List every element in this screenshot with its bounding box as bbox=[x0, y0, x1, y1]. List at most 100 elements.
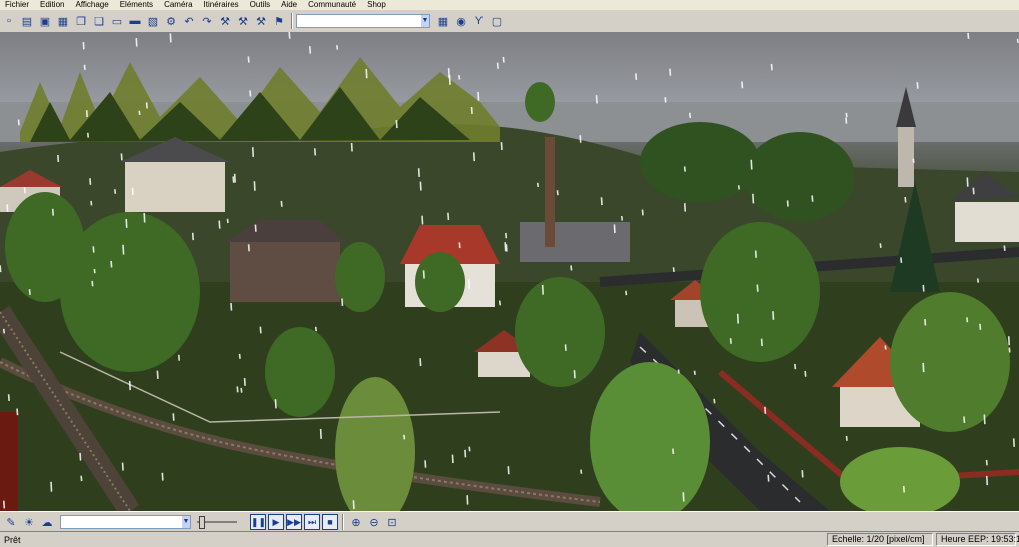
rain-drop bbox=[714, 399, 715, 404]
undo-icon[interactable]: ↶ bbox=[181, 13, 197, 29]
pause-icon[interactable]: ❚❚ bbox=[250, 514, 266, 530]
zoom-in-icon[interactable]: ⊕ bbox=[348, 514, 364, 530]
zoom-out-icon[interactable]: ⊖ bbox=[366, 514, 382, 530]
rain-drop bbox=[19, 120, 20, 126]
new-icon[interactable]: ▫ bbox=[1, 13, 17, 29]
stop-icon[interactable]: ■ bbox=[322, 514, 338, 530]
rain-drop bbox=[756, 251, 757, 258]
rain-drop bbox=[111, 261, 112, 267]
rain-drop bbox=[449, 68, 450, 78]
menu-itinéraires[interactable]: Itinéraires bbox=[199, 0, 245, 10]
settings-icon[interactable]: ⚙ bbox=[163, 13, 179, 29]
rain-drop bbox=[846, 113, 847, 117]
speed-slider-thumb[interactable] bbox=[199, 516, 205, 529]
save-as-icon[interactable]: ▦ bbox=[55, 13, 71, 29]
rain-drop bbox=[467, 495, 468, 504]
rain-drop bbox=[253, 147, 254, 157]
forward-icon[interactable]: ▶▶ bbox=[286, 514, 302, 530]
rain-drop bbox=[144, 213, 145, 223]
rain-drop bbox=[90, 178, 91, 185]
info-icon[interactable]: ▢ bbox=[489, 13, 505, 29]
rain-drop bbox=[574, 370, 575, 378]
paste-icon[interactable]: ❏ bbox=[91, 13, 107, 29]
rain-drop bbox=[505, 242, 506, 251]
preview-icon[interactable]: ▬ bbox=[127, 13, 143, 29]
3d-scene-viewport[interactable] bbox=[0, 32, 1019, 511]
rain-drop bbox=[170, 33, 171, 42]
bottom-toolbar: ✎☀☁ ▼ ❚❚▶▶▶⏭■ ⊕⊖⊡ bbox=[0, 511, 1019, 532]
copy-icon[interactable]: ❐ bbox=[73, 13, 89, 29]
rain-drop bbox=[626, 291, 627, 295]
rain-drop bbox=[227, 219, 228, 223]
menu-eléments[interactable]: Eléments bbox=[115, 0, 159, 10]
edit-icon[interactable]: ✎ bbox=[3, 514, 19, 530]
menu-fichier[interactable]: Fichier bbox=[0, 0, 35, 10]
chevron-down-icon[interactable]: ▼ bbox=[421, 15, 429, 27]
status-scale: Echelle: 1/20 [pixel/cm] bbox=[827, 533, 933, 546]
rain-drop bbox=[254, 181, 255, 191]
rain-drop bbox=[622, 216, 623, 221]
rain-drop bbox=[316, 327, 317, 331]
rain-drop bbox=[132, 188, 133, 195]
rain-drop bbox=[984, 415, 985, 425]
rain-drop bbox=[87, 110, 88, 117]
house-apartment-brown bbox=[225, 220, 345, 302]
water-edit-icon[interactable]: ⚑ bbox=[271, 13, 287, 29]
rain-drop bbox=[765, 407, 766, 414]
rain-drop bbox=[812, 195, 813, 201]
rain-drop bbox=[1009, 336, 1010, 345]
rain-drop bbox=[498, 63, 499, 69]
rain-drop bbox=[690, 113, 691, 118]
tram-edit-icon[interactable]: ⚒ bbox=[253, 13, 269, 29]
rain-drop bbox=[904, 486, 905, 492]
menu-affichage[interactable]: Affichage bbox=[70, 0, 114, 10]
weather-icon[interactable]: ☁ bbox=[39, 514, 55, 530]
road-edit-icon[interactable]: ⚒ bbox=[235, 13, 251, 29]
zoom-reset-icon[interactable]: ⊡ bbox=[384, 514, 400, 530]
rain-drop bbox=[173, 413, 174, 420]
rain-drop bbox=[260, 327, 261, 334]
rain-drop bbox=[508, 466, 509, 474]
speed-slider[interactable] bbox=[197, 521, 237, 523]
rain-drop bbox=[1004, 245, 1005, 250]
save-icon[interactable]: ▣ bbox=[37, 13, 53, 29]
rain-drop bbox=[968, 33, 969, 39]
rain-drop bbox=[987, 460, 988, 465]
menu-caméra[interactable]: Caméra bbox=[159, 0, 198, 10]
rain-drop bbox=[751, 160, 752, 170]
tools-icon[interactable]: ϒ bbox=[471, 13, 487, 29]
menu-aide[interactable]: Aide bbox=[276, 0, 303, 10]
rain-drop bbox=[964, 416, 965, 422]
play-icon[interactable]: ▶ bbox=[268, 514, 284, 530]
menu-edition[interactable]: Edition bbox=[35, 0, 70, 10]
rain-drop bbox=[913, 159, 914, 163]
rain-drop bbox=[683, 492, 684, 501]
light-icon[interactable]: ☀ bbox=[21, 514, 37, 530]
export-icon[interactable]: ▧ bbox=[145, 13, 161, 29]
globe-icon[interactable]: ◉ bbox=[453, 13, 469, 29]
rain-drop bbox=[771, 64, 772, 70]
rain-drop bbox=[81, 476, 82, 481]
print-icon[interactable]: ▭ bbox=[109, 13, 125, 29]
menu-shop[interactable]: Shop bbox=[362, 0, 392, 10]
menu-communauté[interactable]: Communauté bbox=[303, 0, 362, 10]
object-combo[interactable]: ▼ bbox=[60, 515, 191, 529]
rain-drop bbox=[465, 450, 466, 458]
chevron-down-icon[interactable]: ▼ bbox=[182, 516, 190, 528]
rain-drop bbox=[571, 265, 572, 270]
menu-outils[interactable]: Outils bbox=[245, 0, 276, 10]
open-icon[interactable]: ▤ bbox=[19, 13, 35, 29]
rain-drop bbox=[250, 90, 251, 96]
fast-forward-icon[interactable]: ⏭ bbox=[304, 514, 320, 530]
track-edit-icon[interactable]: ⚒ bbox=[217, 13, 233, 29]
rain-drop bbox=[459, 242, 460, 248]
redo-icon[interactable]: ↷ bbox=[199, 13, 215, 29]
rain-drop bbox=[459, 75, 460, 79]
rain-drop bbox=[503, 57, 504, 63]
railway-landscape-scene bbox=[0, 32, 1019, 511]
map-icon[interactable]: ▦ bbox=[435, 13, 451, 29]
rain-drop bbox=[601, 197, 602, 205]
layer-combo[interactable]: ▼ bbox=[296, 14, 430, 28]
rain-drop bbox=[695, 371, 696, 375]
rain-drop bbox=[1009, 348, 1010, 353]
